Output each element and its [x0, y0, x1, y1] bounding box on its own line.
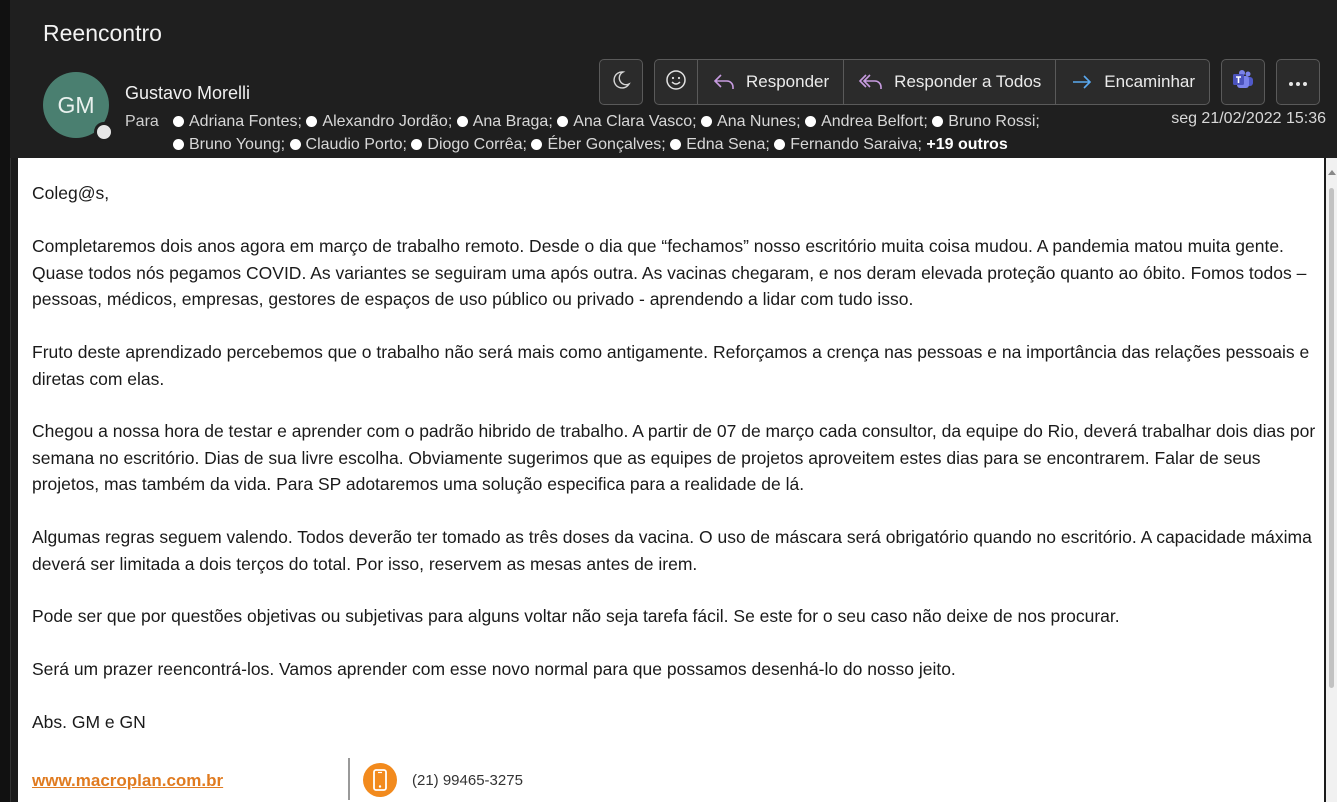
message-date: seg 21/02/2022 15:36 — [1171, 110, 1326, 127]
recipient[interactable]: Diogo Corrêa; — [411, 136, 527, 153]
to-label: Para — [125, 113, 159, 130]
message-subject: Reencontro — [43, 20, 162, 46]
reply-actions-group: Responder Responder a Todos Encaminhar — [654, 59, 1211, 105]
presence-dot-icon — [774, 139, 786, 150]
more-actions-button[interactable] — [1276, 59, 1320, 105]
forward-label: Encaminhar — [1104, 72, 1196, 91]
reply-all-button[interactable]: Responder a Todos — [844, 60, 1057, 104]
body-paragraph-1: Completaremos dois anos agora em março d… — [32, 236, 1307, 309]
recipient[interactable]: Ana Clara Vasco; — [557, 113, 697, 130]
reply-label: Responder — [746, 72, 830, 91]
recipient[interactable]: Andrea Belfort; — [805, 113, 928, 130]
signature-website-link[interactable]: www.macroplan.com.br — [32, 768, 223, 795]
body-paragraph-5: Pode ser que por questões objetivas ou s… — [32, 606, 1120, 626]
vertical-scrollbar[interactable] — [1326, 158, 1337, 802]
emoji-reaction-button[interactable] — [655, 60, 698, 104]
presence-dot-icon — [173, 139, 184, 150]
presence-dot-icon — [557, 116, 569, 127]
recipient[interactable]: Éber Gonçalves; — [531, 136, 666, 153]
recipient[interactable]: Bruno Young; — [173, 136, 285, 153]
signature-phone: (21) 99465-3275 — [412, 772, 523, 789]
message-header: Reencontro GM Gustavo Morelli Para Adria… — [10, 0, 1337, 158]
more-recipients-link[interactable]: +19 outros — [926, 136, 1007, 153]
recipient[interactable]: Alexandro Jordão; — [306, 113, 452, 130]
scroll-up-arrow-icon[interactable] — [1328, 170, 1336, 175]
emoji-icon — [665, 69, 687, 96]
phone-icon — [363, 763, 397, 797]
recipient[interactable]: Ana Braga; — [456, 113, 553, 130]
teams-icon — [1231, 68, 1255, 96]
greeting: Coleg@s, — [32, 183, 110, 203]
forward-button[interactable]: Encaminhar — [1056, 60, 1209, 104]
presence-dot-icon — [306, 116, 318, 127]
more-icon — [1287, 73, 1309, 92]
reply-all-label: Responder a Todos — [894, 72, 1042, 91]
reply-button[interactable]: Responder — [698, 60, 845, 104]
dark-mode-toggle-button[interactable] — [599, 59, 643, 105]
recipients-line-2: Bruno Young; Claudio Porto; Diogo Corrêa… — [173, 133, 1183, 156]
recipient[interactable]: Bruno Rossi; — [932, 113, 1040, 130]
recipient[interactable]: Claudio Porto; — [289, 136, 407, 153]
signoff: Abs. GM e GN — [32, 712, 146, 732]
presence-status-icon — [94, 122, 114, 142]
moon-icon — [611, 70, 631, 94]
body-paragraph-3: Chegou a nossa hora de testar e aprender… — [32, 421, 1316, 494]
recipient[interactable]: Edna Sena; — [670, 136, 770, 153]
reply-all-icon — [858, 72, 884, 92]
presence-dot-icon — [932, 116, 944, 127]
scroll-thumb[interactable] — [1329, 188, 1334, 688]
recipient[interactable]: Ana Nunes; — [701, 113, 801, 130]
avatar-initials: GM — [57, 91, 95, 118]
presence-dot-icon — [456, 116, 468, 127]
recipients-list: Adriana Fontes; Alexandro Jordão; Ana Br… — [173, 110, 1183, 156]
message-body: Coleg@s, Completaremos dois anos agora e… — [18, 158, 1324, 802]
presence-dot-icon — [411, 139, 423, 150]
recipient[interactable]: Adriana Fontes; — [173, 113, 302, 130]
presence-dot-icon — [531, 139, 543, 150]
forward-icon — [1070, 72, 1094, 92]
body-paragraph-2: Fruto deste aprendizado percebemos que o… — [32, 342, 1310, 389]
body-paragraph-4: Algumas regras seguem valendo. Todos dev… — [32, 527, 1312, 574]
recipients-line-1: Adriana Fontes; Alexandro Jordão; Ana Br… — [173, 110, 1183, 133]
presence-dot-icon — [805, 116, 817, 127]
recipient[interactable]: Fernando Saraiva; — [774, 136, 922, 153]
presence-dot-icon — [670, 139, 682, 150]
body-paragraph-6: Será um prazer reencontrá-los. Vamos apr… — [32, 659, 956, 679]
presence-dot-icon — [701, 116, 713, 127]
presence-dot-icon — [289, 139, 301, 150]
signature-divider — [348, 758, 350, 800]
presence-dot-icon — [173, 116, 184, 127]
sender-name[interactable]: Gustavo Morelli — [125, 83, 250, 104]
reply-icon — [712, 72, 736, 92]
teams-button[interactable] — [1221, 59, 1265, 105]
